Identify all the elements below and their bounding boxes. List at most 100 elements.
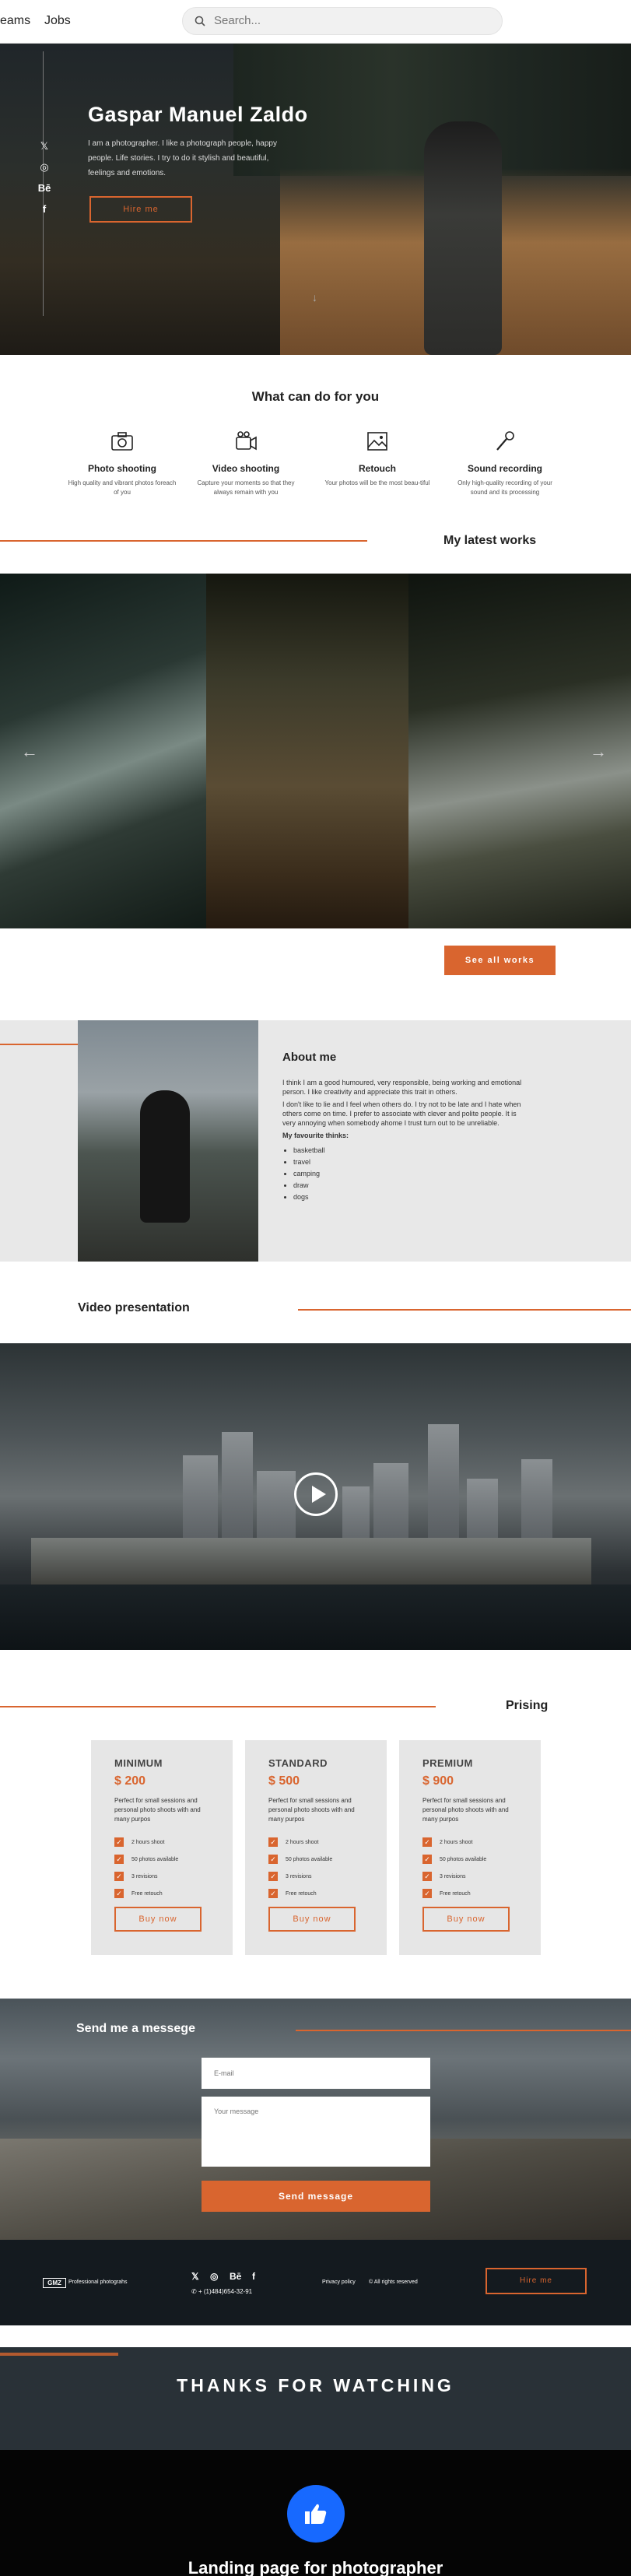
about-photo-figure [140,1090,190,1223]
works-title: My latest works [443,534,537,547]
search-input[interactable] [214,14,471,27]
favourites-title: My favourite thinks: [282,1132,349,1139]
video-player[interactable] [0,1343,631,1650]
buy-now-button[interactable]: Buy now [422,1907,510,1932]
email-field[interactable] [202,2058,430,2089]
checkbox-icon: ✓ [422,1889,432,1898]
list-item: basketball [293,1145,531,1156]
buy-now-button[interactable]: Buy now [268,1907,356,1932]
plan-features: ✓ 2 hours shoot ✓ 50 photos available ✓ 3 r… [268,1834,332,1902]
service-retouch: Retouch Your photos will be the most bea… [323,430,432,488]
footer-logo[interactable]: GMZ [43,2278,66,2288]
plan-name: MINIMUM [114,1757,163,1769]
instagram-icon[interactable]: ◎ [39,162,50,173]
feature-label: 2 hours shoot [440,1839,473,1845]
checkbox-icon: ✓ [422,1837,432,1847]
checkbox-icon: ✓ [114,1872,124,1881]
feature-label: Free retouch [286,1890,317,1897]
twitter-icon[interactable]: 𝕏 [39,141,50,152]
feature-item: ✓ 3 revisions [422,1868,486,1885]
feature-item: ✓ 50 photos available [114,1851,178,1868]
service-title: Retouch [359,463,396,474]
about-title: About me [282,1051,337,1064]
feature-item: ✓ Free retouch [114,1885,178,1902]
pricing-card-minimum: MINIMUM $ 200 Perfect for small sessions… [91,1740,233,1955]
buy-now-button[interactable]: Buy now [114,1907,202,1932]
video-camera-icon [236,431,257,451]
pricing-accent-line [0,1706,436,1707]
presentation-footer: Landing page for photographer [0,2450,631,2576]
appreciate-button[interactable] [287,2485,345,2543]
hire-me-button[interactable]: Hire me [89,196,192,223]
service-desc: Your photos will be the most beau-tiful [324,479,430,486]
scroll-down-icon[interactable]: ↓ [312,291,317,304]
rights-text: © All rights reserved [369,2279,418,2285]
plan-features: ✓ 2 hours shoot ✓ 50 photos available ✓ 3 r… [114,1834,178,1902]
checkbox-icon: ✓ [268,1837,278,1847]
video-water [0,1585,631,1650]
checkbox-icon: ✓ [422,1855,432,1864]
plan-price: $ 900 [422,1774,454,1788]
thumbs-up-icon [305,2504,327,2524]
message-field[interactable] [202,2097,430,2167]
behance-icon[interactable]: Bē [37,183,52,194]
feature-label: Free retouch [131,1890,163,1897]
plan-price: $ 200 [114,1774,146,1788]
footer-hire-me-button[interactable]: Hire me [486,2268,587,2294]
facebook-icon[interactable]: f [252,2271,255,2282]
feature-label: Free retouch [440,1890,471,1897]
twitter-icon[interactable]: 𝕏 [191,2271,199,2282]
plan-features: ✓ 2 hours shoot ✓ 50 photos available ✓ 3 r… [422,1834,486,1902]
search-bar[interactable] [182,7,503,35]
video-accent-line [298,1309,631,1311]
about-section: About me I think I am a good humoured, v… [0,1020,631,1262]
feature-item: ✓ 3 revisions [114,1868,178,1885]
checkbox-icon: ✓ [114,1837,124,1847]
instagram-icon[interactable]: ◎ [210,2271,218,2282]
plan-desc: Perfect for small sessions and personal … [268,1797,355,1823]
works-accent-line [0,540,367,542]
facebook-icon[interactable]: f [39,204,50,215]
service-sound-recording: Sound recording Only high-quality record… [450,430,559,497]
feature-item: ✓ 50 photos available [422,1851,486,1868]
service-photo-shooting: Photo shooting High quality and vibrant … [68,430,177,497]
gallery-image-forest[interactable] [206,574,408,928]
arrow-right-icon[interactable]: → [587,741,609,763]
service-desc: Only high-quality recording of your soun… [457,479,552,496]
service-title: Photo shooting [88,463,156,474]
pricing-card-standard: STANDARD $ 500 Perfect for small session… [245,1740,387,1955]
feature-item: ✓ Free retouch [422,1885,486,1902]
contact-title: Send me a messege [76,2022,195,2035]
services-title: What can do for you [251,389,380,404]
footer: GMZ Professional photograhs 𝕏 ◎ Bē f ✆ +… [0,2240,631,2325]
feature-item: ✓ 2 hours shoot [268,1834,332,1851]
nav-item-jobs[interactable]: Jobs [44,14,71,28]
play-icon[interactable] [294,1472,338,1516]
thanks-accent-line [0,2353,118,2356]
service-desc: High quality and vibrant photos foreach … [68,479,177,496]
send-message-button[interactable]: Send message [202,2181,430,2212]
arrow-left-icon[interactable]: ← [19,741,40,763]
checkbox-icon: ✓ [422,1872,432,1881]
contact-section: Send me a messege Send message [0,1999,631,2240]
video-waterfront [31,1538,591,1585]
checkbox-icon: ✓ [268,1872,278,1881]
feature-label: 3 revisions [131,1873,158,1879]
list-item: camping [293,1168,531,1180]
plan-name: STANDARD [268,1757,328,1769]
phone-icon: ✆ [191,2288,197,2295]
see-all-works-button[interactable]: See all works [444,946,556,975]
privacy-policy-link[interactable]: Privacy policy [322,2279,356,2285]
plan-name: PREMIUM [422,1757,473,1769]
list-item: travel [293,1156,531,1168]
hero-title: Gaspar Manuel Zaldo [88,103,308,126]
pricing-card-premium: PREMIUM $ 900 Perfect for small sessions… [399,1740,541,1955]
feature-item: ✓ Free retouch [268,1885,332,1902]
feature-label: 2 hours shoot [131,1839,165,1845]
works-gallery: ← → [0,574,631,928]
camera-icon [111,432,133,451]
hero-intro: I am a photographer. I like a photograph… [88,139,277,177]
nav-item-teams[interactable]: eams [0,14,30,28]
about-paragraph: I don't like to lie and I feel when othe… [282,1100,521,1127]
behance-icon[interactable]: Bē [230,2271,241,2282]
